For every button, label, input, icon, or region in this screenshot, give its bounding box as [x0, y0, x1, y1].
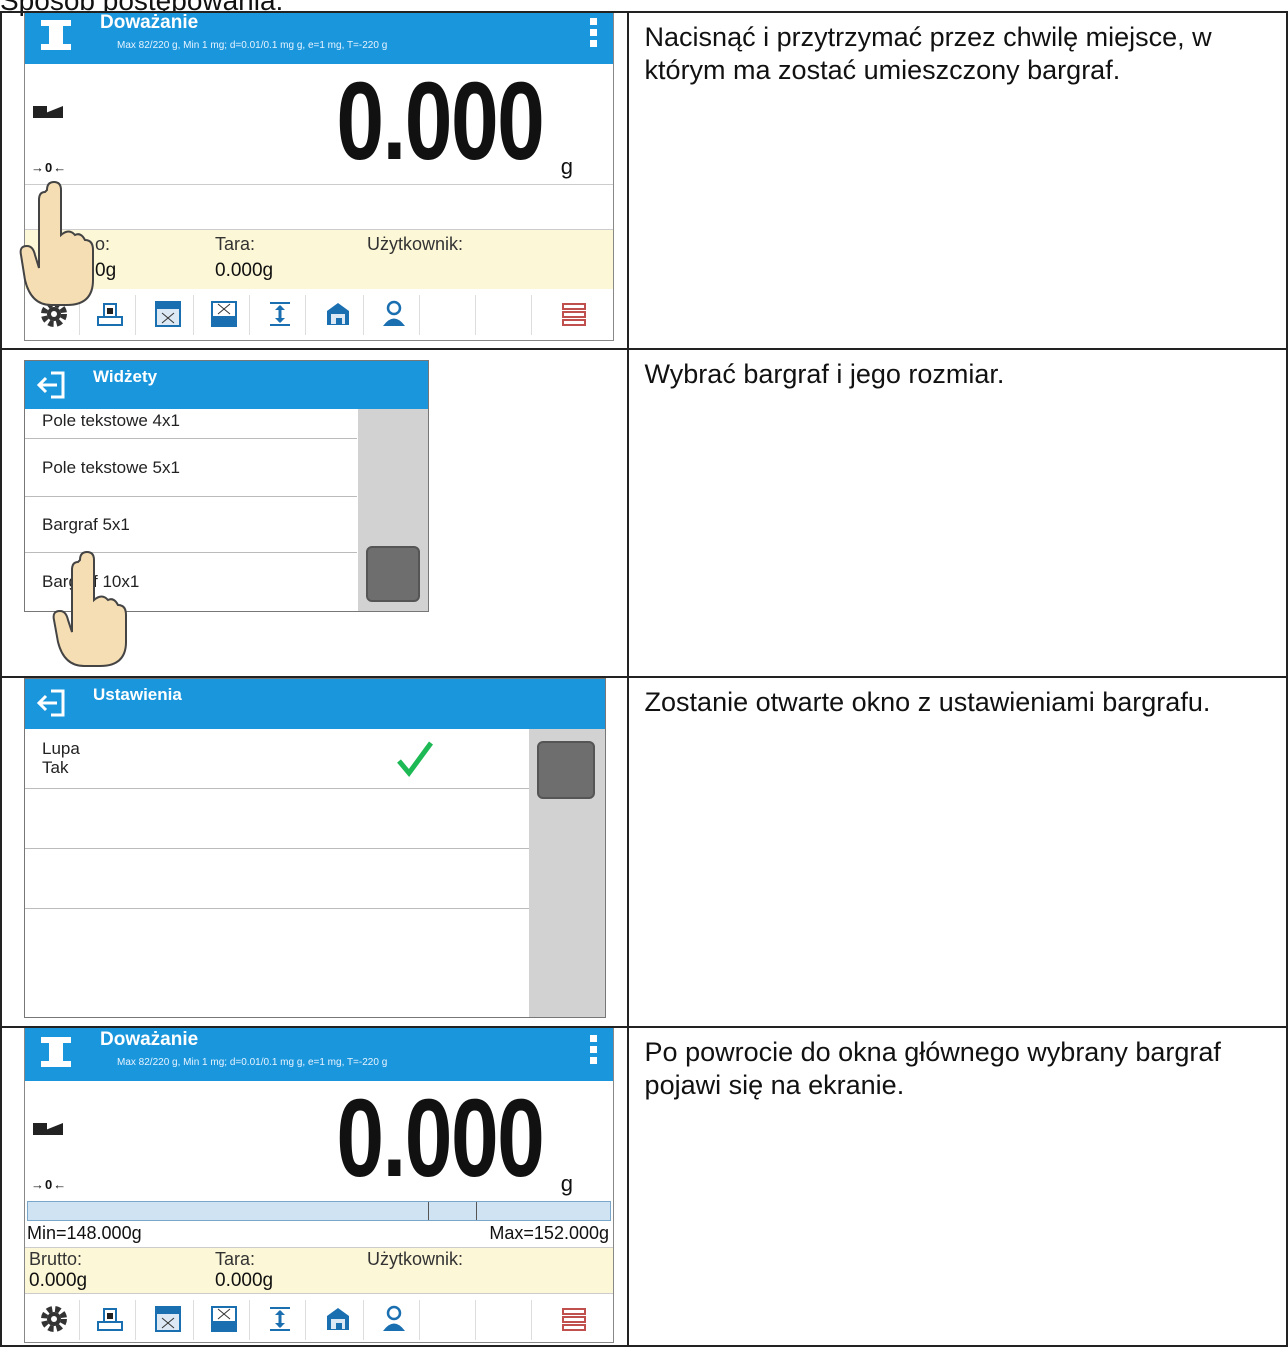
widgets-title: Widżety — [93, 367, 158, 386]
hand-pointer-icon — [19, 180, 94, 306]
scrollbar-thumb[interactable] — [537, 741, 595, 799]
weighing-screen: Doważanie Max 82/220 g, Min 1 mg; d=0.01… — [19, 12, 614, 341]
tare-container-icon[interactable] — [313, 1300, 364, 1340]
bargraph-max-marker — [476, 1202, 477, 1220]
user-label: Użytkownik: — [367, 234, 464, 254]
tara-value: 0.000g — [215, 260, 274, 281]
menu-kebab-icon[interactable] — [590, 18, 597, 51]
height-icon[interactable] — [255, 295, 306, 335]
info-bar: o: 0g Tara: 0.000g Użytkownik: — [25, 229, 613, 291]
step-3-screenshot: Ustawienia Lupa Tak — [0, 676, 629, 1028]
weight-value: 0.000 — [336, 1077, 544, 1200]
app-title: Doważanie — [100, 12, 199, 33]
stability-icon — [33, 1123, 63, 1135]
list-item[interactable] — [25, 849, 529, 909]
widget-item-bargraph-5x1[interactable]: Bargraf 5x1 — [25, 497, 357, 553]
list-item[interactable] — [25, 789, 529, 849]
bargraph — [27, 1201, 611, 1221]
user-icon[interactable] — [369, 1300, 420, 1340]
setting-value: Tak — [42, 758, 69, 777]
step-1-description: Nacisnąć i przytrzymać przez chwilę miej… — [626, 11, 1288, 350]
table-icon[interactable] — [143, 1300, 194, 1340]
weighing-icon[interactable] — [85, 1300, 136, 1340]
height-icon[interactable] — [255, 1300, 306, 1340]
table-icon[interactable] — [143, 295, 194, 335]
scrollbar-thumb[interactable] — [366, 546, 420, 602]
step-2-description: Wybrać bargraf i jego rozmiar. — [626, 348, 1288, 678]
list-item[interactable] — [25, 909, 529, 1017]
menu-kebab-icon[interactable] — [590, 1035, 597, 1068]
scale-parameters: Max 82/220 g, Min 1 mg; d=0.01/0.1 mg g,… — [117, 1057, 388, 1068]
toolbar-empty-slot[interactable] — [481, 1300, 532, 1340]
checkmark-icon — [397, 741, 434, 778]
tara-label: Tara: — [215, 1249, 256, 1269]
app-header: Doważanie Max 82/220 g, Min 1 mg; d=0.01… — [25, 1029, 613, 1081]
tara-label: Tara: — [215, 234, 256, 254]
toolbar-empty-slot[interactable] — [425, 295, 476, 335]
stability-icon — [33, 106, 63, 118]
hand-pointer-icon — [52, 550, 127, 667]
app-header: Doważanie Max 82/220 g, Min 1 mg; d=0.01… — [25, 12, 613, 64]
weighing-display: →0← 0.000 g — [25, 1077, 613, 1200]
settings-window: Ustawienia Lupa Tak — [24, 679, 606, 1018]
step-row-4: Doważanie Max 82/220 g, Min 1 mg; d=0.01… — [0, 1026, 1288, 1347]
grid-icon[interactable] — [199, 295, 250, 335]
widget-item-text-5x1[interactable]: Pole tekstowe 5x1 — [25, 439, 357, 497]
gear-icon[interactable] — [29, 1300, 80, 1340]
step-row-2: Widżety Pole tekstowe 4x1 Pole tekstowe … — [0, 348, 1288, 678]
weight-unit: g — [560, 154, 573, 179]
app-title: Doważanie — [100, 1029, 199, 1050]
step-4-description: Po powrocie do okna głównego wybrany bar… — [626, 1026, 1288, 1347]
tare-container-icon[interactable] — [313, 295, 364, 335]
brutto-value: 0.000g — [29, 1270, 88, 1291]
brutto-label: Brutto: — [29, 1249, 83, 1269]
step-2-screenshot: Widżety Pole tekstowe 4x1 Pole tekstowe … — [0, 348, 629, 678]
database-icon[interactable] — [549, 295, 599, 335]
weighing-mode-icon[interactable] — [39, 18, 73, 52]
widget-empty-slot[interactable] — [25, 185, 613, 229]
tara-value: 0.000g — [215, 1270, 274, 1291]
bargraph-max-label: Max=152.000g — [489, 1223, 609, 1243]
database-icon[interactable] — [549, 1300, 599, 1340]
scrollbar[interactable] — [358, 409, 428, 611]
bargraph-limits: Min=148.000g Max=152.000g — [25, 1223, 613, 1247]
step-row-3: Ustawienia Lupa Tak Zostanie otwarte okn… — [0, 676, 1288, 1028]
step-4-screenshot: Doważanie Max 82/220 g, Min 1 mg; d=0.01… — [0, 1026, 629, 1347]
brutto-value: 0g — [95, 260, 117, 281]
toolbar-empty-slot[interactable] — [425, 1300, 476, 1340]
scale-parameters: Max 82/220 g, Min 1 mg; d=0.01/0.1 mg g,… — [117, 40, 388, 51]
user-label: Użytkownik: — [367, 1249, 464, 1269]
scrollbar[interactable] — [529, 729, 605, 1017]
settings-title: Ustawienia — [93, 685, 182, 704]
weighing-mode-icon[interactable] — [39, 1035, 73, 1069]
brutto-label: o: — [95, 234, 111, 254]
widget-item-text-4x1[interactable]: Pole tekstowe 4x1 — [25, 409, 357, 439]
widgets-header: Widżety — [25, 361, 428, 409]
zero-indicator: →0← — [31, 160, 68, 175]
settings-header: Ustawienia — [25, 679, 605, 729]
setting-magnifier[interactable]: Lupa Tak — [25, 729, 529, 789]
weighing-screen: Doważanie Max 82/220 g, Min 1 mg; d=0.01… — [24, 1029, 614, 1343]
step-1-screenshot: Doważanie Max 82/220 g, Min 1 mg; d=0.01… — [0, 11, 629, 350]
bargraph-min-label: Min=148.000g — [27, 1223, 142, 1243]
user-icon[interactable] — [369, 295, 420, 335]
weight-value: 0.000 — [336, 60, 544, 183]
step-3-description: Zostanie otwarte okno z ustawieniami bar… — [626, 676, 1288, 1028]
weighing-display: →0← 0.000 g — [25, 60, 613, 185]
weight-unit: g — [560, 1171, 573, 1196]
info-bar: Brutto: 0.000g Tara: 0.000g Użytkownik: — [25, 1247, 613, 1294]
steps-table: Doważanie Max 82/220 g, Min 1 mg; d=0.01… — [0, 11, 1288, 1347]
step-row-1: Doważanie Max 82/220 g, Min 1 mg; d=0.01… — [0, 11, 1288, 350]
back-exit-icon[interactable] — [33, 683, 73, 723]
toolbar — [25, 1294, 613, 1342]
toolbar-empty-slot[interactable] — [481, 295, 532, 335]
grid-icon[interactable] — [199, 1300, 250, 1340]
zero-indicator: →0← — [31, 1177, 68, 1192]
back-exit-icon[interactable] — [33, 365, 73, 405]
toolbar — [25, 289, 613, 340]
bargraph-min-marker — [428, 1202, 429, 1220]
setting-label: Lupa — [42, 739, 80, 758]
